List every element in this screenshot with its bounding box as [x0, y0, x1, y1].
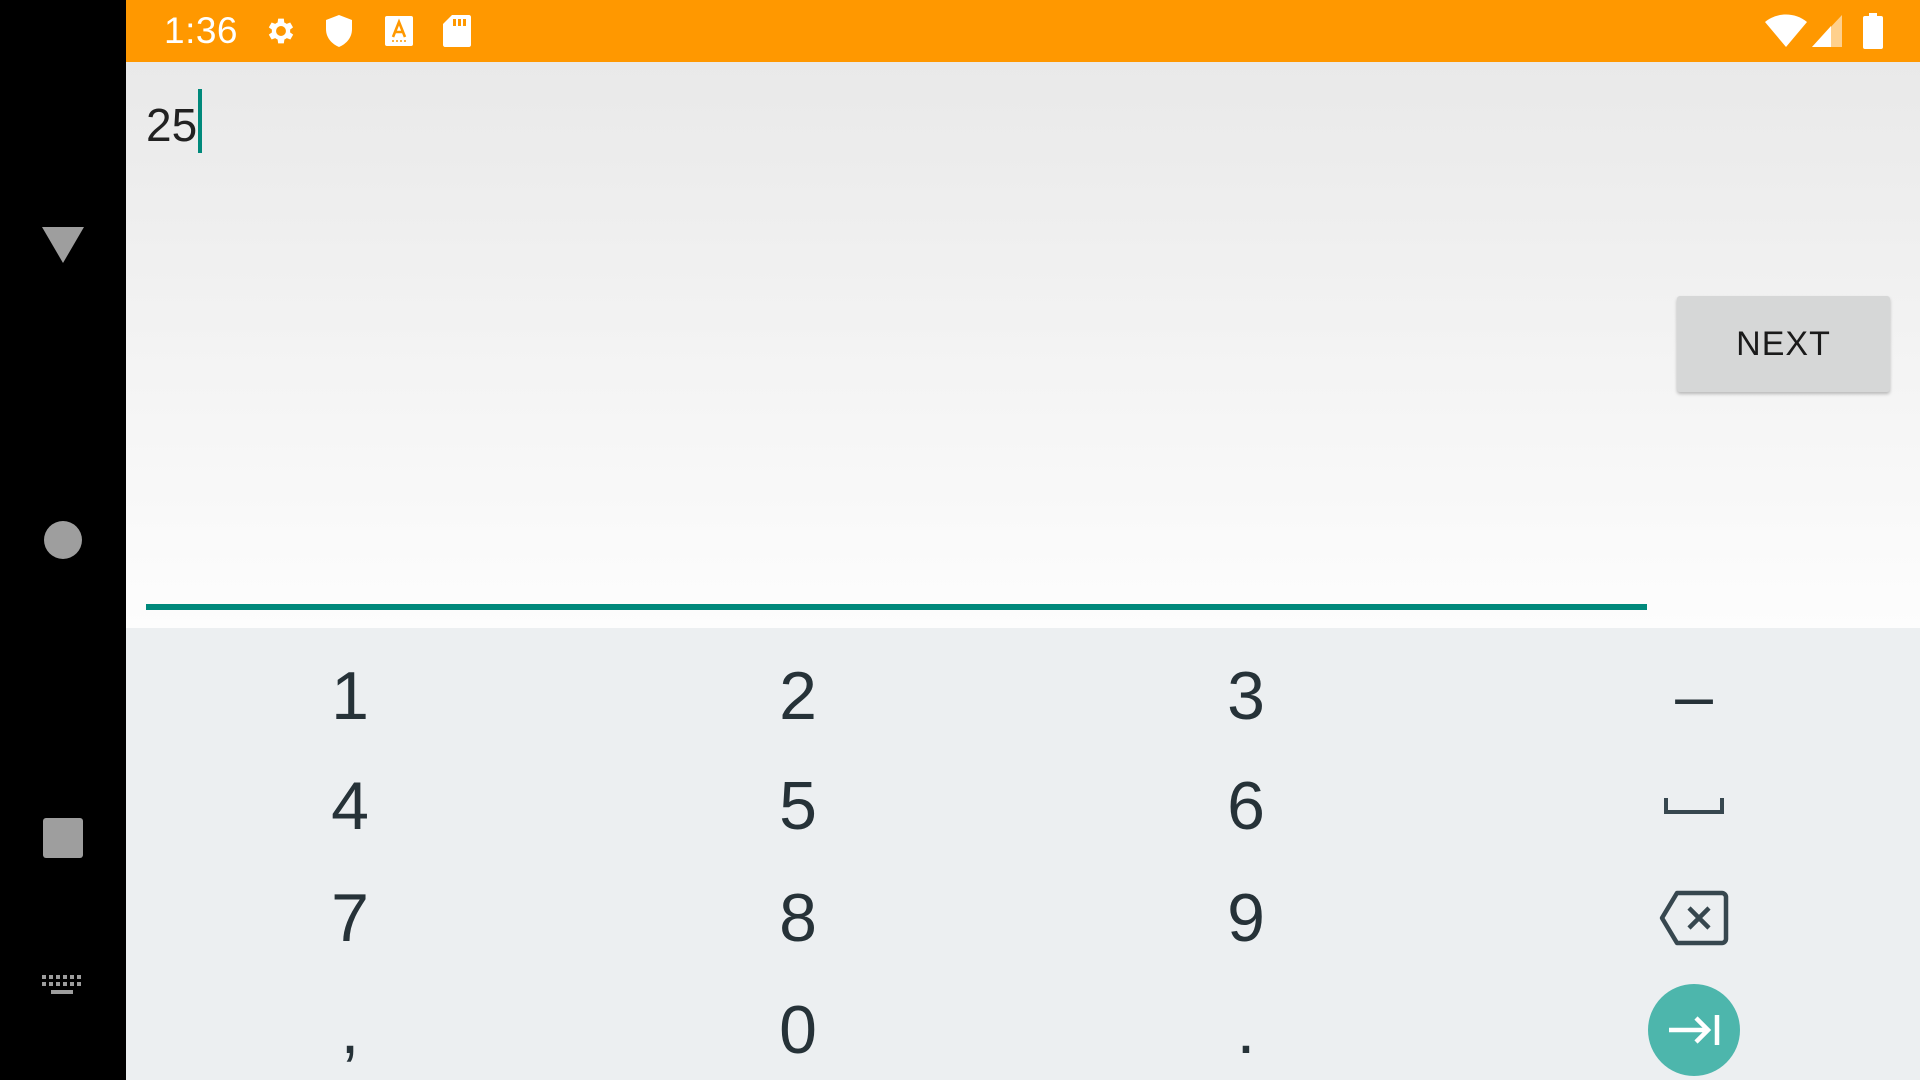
wifi-icon — [1764, 13, 1808, 49]
keyboard-icon — [42, 975, 81, 994]
key-6[interactable]: 6 — [1096, 752, 1396, 860]
key-1[interactable]: 1 — [200, 642, 500, 750]
key-3[interactable]: 3 — [1096, 642, 1396, 750]
key-comma[interactable]: , — [200, 976, 500, 1084]
sd-card-icon — [442, 13, 472, 49]
main-content: 25 NEXT — [126, 62, 1920, 628]
key-4[interactable]: 4 — [200, 752, 500, 860]
backspace-icon — [1659, 890, 1729, 946]
home-circle-icon — [44, 521, 82, 559]
signal-icon — [1811, 13, 1843, 49]
key-enter[interactable] — [1544, 976, 1844, 1084]
key-0[interactable]: 0 — [648, 976, 948, 1084]
battery-icon — [1862, 13, 1884, 49]
recents-button[interactable] — [0, 808, 126, 868]
key-7[interactable]: 7 — [200, 864, 500, 972]
back-button[interactable] — [0, 215, 126, 275]
shield-icon — [324, 13, 354, 49]
next-button[interactable]: NEXT — [1677, 296, 1890, 392]
recents-square-icon — [43, 818, 83, 858]
number-input-field[interactable]: 25 — [136, 62, 1647, 610]
key-2[interactable]: 2 — [648, 642, 948, 750]
status-bar: 1:36 — [126, 0, 1920, 62]
enter-circle — [1648, 984, 1740, 1076]
key-dash[interactable]: – — [1544, 642, 1844, 750]
input-underline — [146, 604, 1647, 610]
home-button[interactable] — [0, 510, 126, 570]
back-triangle-icon — [42, 227, 84, 263]
key-5[interactable]: 5 — [648, 752, 948, 860]
numeric-keyboard: 1 2 3 – 4 5 6 7 8 9 , 0 . — [126, 628, 1920, 1080]
key-backspace[interactable] — [1544, 864, 1844, 972]
status-time: 1:36 — [164, 10, 239, 51]
text-cursor — [198, 89, 202, 153]
text-a-icon — [384, 13, 414, 49]
navigation-bar — [0, 0, 126, 1080]
space-icon — [1664, 798, 1724, 814]
input-value: 25 — [146, 99, 198, 151]
key-9[interactable]: 9 — [1096, 864, 1396, 972]
settings-icon — [264, 13, 298, 49]
key-space[interactable] — [1544, 752, 1844, 860]
key-period[interactable]: . — [1096, 976, 1396, 1084]
keyboard-switch-button[interactable] — [0, 968, 126, 1008]
tab-next-icon — [1669, 1015, 1720, 1045]
key-8[interactable]: 8 — [648, 864, 948, 972]
